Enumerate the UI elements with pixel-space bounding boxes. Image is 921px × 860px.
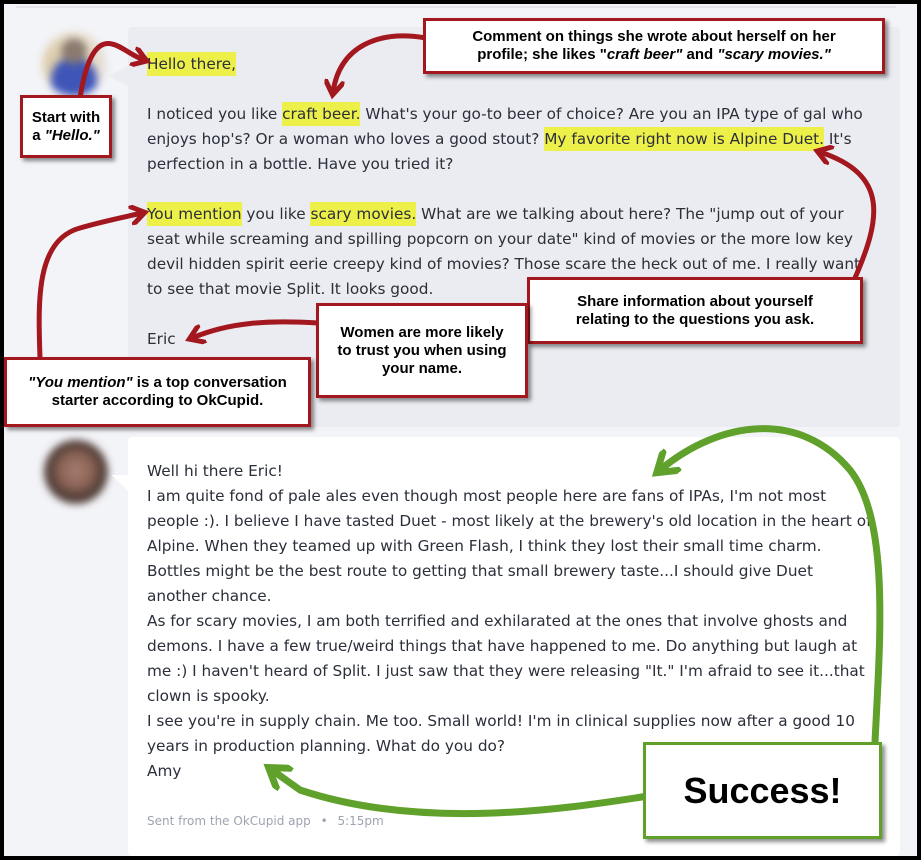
callout-success: Success! (643, 742, 882, 839)
callout-share-information: Share information about yourself relatin… (527, 277, 863, 344)
bubble-tail (108, 66, 128, 86)
highlight-you-mention: You mention (147, 202, 242, 226)
callout-text: your name. (381, 359, 462, 377)
callout-text: "You mention" (28, 374, 133, 391)
callout-text: relating to the questions you ask. (575, 310, 815, 328)
callout-text: Start with (31, 108, 101, 126)
highlight-craft-beer: craft beer. (282, 102, 361, 126)
callout-text: "scary movies." (717, 46, 831, 63)
message-line: Well hi there Eric! (147, 462, 283, 480)
callout-text: Comment on things she wrote about hersel… (472, 28, 836, 45)
message-paragraph: I noticed you like craft beer. What's yo… (147, 102, 877, 177)
timestamp: 5:15pm (337, 814, 384, 828)
text: I noticed you like (147, 105, 283, 123)
callout-text: profile; she likes " (477, 46, 607, 63)
received-message-text: Well hi there Eric! I am quite fond of p… (147, 459, 877, 784)
sent-from-label: Sent from the OkCupid app (147, 814, 311, 828)
callout-text: Share information about yourself (577, 292, 813, 310)
highlight-scary-movies: scary movies. (310, 202, 417, 226)
callout-text: "Hello." (44, 126, 100, 144)
sender-avatar[interactable] (42, 32, 106, 96)
callout-text: is a top conversation (132, 374, 287, 391)
callout-start-with-hello: Start with a "Hello." (20, 95, 112, 158)
callout-text: to trust you when using (337, 341, 507, 359)
message-line: I am quite fond of pale ales even though… (147, 487, 872, 605)
recipient-avatar[interactable] (44, 440, 108, 504)
callout-text: Women are more likely (340, 323, 504, 341)
callout-text: starter according to OkCupid. (51, 392, 264, 409)
separator-dot: • (320, 814, 328, 828)
highlight-greeting: Hello there, (147, 52, 236, 76)
callout-comment-on-profile: Comment on things she wrote about hersel… (423, 18, 885, 74)
bubble-tail (112, 475, 128, 491)
divider (16, 6, 896, 8)
text: you like (241, 205, 311, 223)
success-label: Success! (683, 769, 842, 811)
highlight-favorite-beer: My favorite right now is Alpine Duet. (544, 127, 825, 151)
message-line: As for scary movies, I am both terrified… (147, 612, 865, 705)
callout-text: a (32, 126, 45, 144)
callout-use-your-name: Women are more likely to trust you when … (316, 303, 528, 398)
callout-you-mention: "You mention" is a top conversation star… (4, 357, 311, 427)
callout-text: and (682, 46, 718, 63)
message-meta: Sent from the OkCupid app • 5:15pm (147, 814, 390, 828)
callout-text: craft beer" (606, 46, 683, 63)
